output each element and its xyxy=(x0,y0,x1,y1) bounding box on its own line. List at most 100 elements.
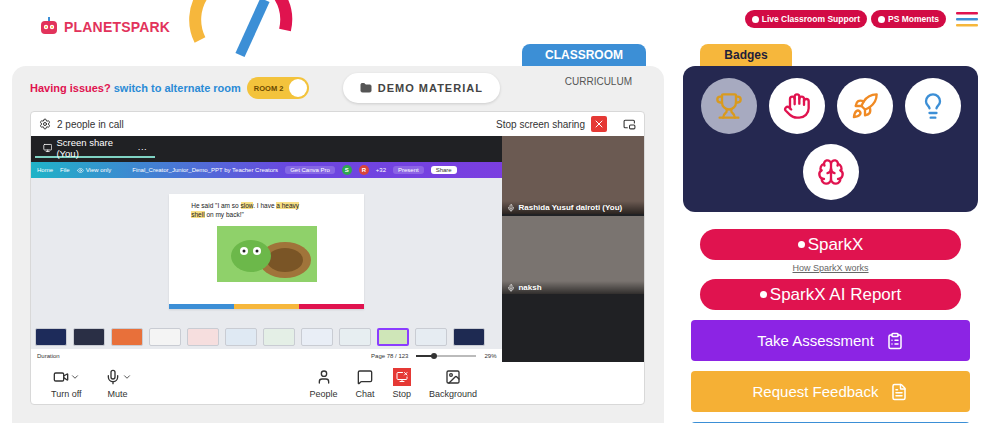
slide-thumbnail[interactable] xyxy=(111,328,143,346)
action-button[interactable] xyxy=(691,422,970,423)
call-body: Screen share (You) ··· Home File View only Fi… xyxy=(31,136,644,362)
control-icon-box xyxy=(52,368,70,386)
slide-thumbnail[interactable] xyxy=(377,328,409,346)
curriculum-tab[interactable]: CURRICULUM xyxy=(565,72,632,87)
toggle-knob xyxy=(289,79,307,97)
slide-thumbnail[interactable] xyxy=(415,328,447,346)
caret-icon[interactable] xyxy=(70,372,80,382)
slide-thumbnail[interactable] xyxy=(301,328,333,346)
canva-present-button[interactable]: Present xyxy=(393,166,424,174)
pip-icon[interactable] xyxy=(623,118,636,131)
mic-icon xyxy=(507,284,515,292)
slide-content: He said "I am so slow. I have a heavy sh… xyxy=(169,194,364,304)
control-label: People xyxy=(310,389,338,399)
robot-logo-icon xyxy=(38,16,60,38)
slide-thumbnail[interactable] xyxy=(149,328,181,346)
shared-window: Home File View only Final_Creator_Junior_De… xyxy=(31,162,502,362)
badge[interactable] xyxy=(905,78,961,134)
gear-icon[interactable] xyxy=(39,118,51,130)
mic-icon xyxy=(105,369,121,385)
control-label: Turn off xyxy=(51,389,82,399)
control-icon-row xyxy=(393,368,411,386)
slide-thumbnail[interactable] xyxy=(453,328,485,346)
slide-thumbnail[interactable] xyxy=(225,328,257,346)
share-tab-label: Screen share (You) xyxy=(56,137,133,159)
call-control[interactable]: People xyxy=(310,368,338,399)
canva-menu-item[interactable]: File xyxy=(60,167,70,173)
canva-pro-button[interactable]: Get Canva Pro xyxy=(285,166,335,174)
slide-thumbnail[interactable] xyxy=(35,328,67,346)
badge[interactable] xyxy=(769,78,825,134)
demo-material-button[interactable]: DEMO MATERIAL xyxy=(343,73,500,103)
duration-label[interactable]: Duration xyxy=(37,353,60,359)
action-list: SparkX How SparkX works SparkX AI Report Ta… xyxy=(683,227,978,423)
main: CLASSROOMHaving issues?switch to alterna… xyxy=(0,44,1000,423)
people-icon xyxy=(316,369,332,385)
control-label: Stop xyxy=(393,389,412,399)
control-icon-row xyxy=(315,368,333,386)
canva-status-bar: DurationPage 78 / 12329% xyxy=(31,349,502,362)
logo-text: PLANETSPARK xyxy=(64,19,170,35)
menu-icon[interactable] xyxy=(956,11,978,27)
action-button[interactable]: Request Feedback xyxy=(691,371,970,412)
issue-prompt: Having issues?switch to alternate room xyxy=(30,82,241,94)
chat-icon xyxy=(357,369,373,385)
zoom-handle[interactable] xyxy=(431,353,437,359)
call-control[interactable]: Chat xyxy=(356,368,375,399)
call-top-bar: 2 people in call Stop screen sharing xyxy=(31,112,644,136)
slide-thumbnail[interactable] xyxy=(263,328,295,346)
stop-share: Stop screen sharing xyxy=(496,116,636,132)
control-label: Mute xyxy=(108,389,128,399)
stop-share-label: Stop screen sharing xyxy=(496,119,585,130)
call-control[interactable]: Stop xyxy=(393,368,412,399)
caret-icon[interactable] xyxy=(122,372,132,382)
control-icon-box xyxy=(104,368,122,386)
page-label: Page 78 / 123 xyxy=(371,353,408,359)
decoration-icon xyxy=(185,0,295,70)
classroom-panel: Having issues?switch to alternate room RO… xyxy=(12,66,664,423)
share-more[interactable]: ··· xyxy=(138,143,148,154)
badge[interactable] xyxy=(837,78,893,134)
sparkx-button[interactable]: SparkX xyxy=(700,229,961,260)
slide-thumbnail[interactable] xyxy=(187,328,219,346)
sparkx-help-link[interactable]: How SparkX works xyxy=(792,263,868,274)
sparkx-button[interactable]: SparkX AI Report xyxy=(700,279,961,310)
call-control[interactable]: Background xyxy=(429,368,477,399)
people-count: 2 people in call xyxy=(57,119,124,130)
header-button[interactable]: Live Classroom Support xyxy=(745,10,867,28)
header-button[interactable]: PS Moments xyxy=(871,10,946,28)
canva-share-button[interactable]: Share xyxy=(431,166,457,174)
canva-menu-item[interactable]: View only xyxy=(77,167,112,174)
slide-text-segment: . I have xyxy=(253,202,276,209)
control-label: Background xyxy=(429,389,477,399)
slide-thumbnail[interactable] xyxy=(73,328,105,346)
logo[interactable]: PLANETSPARK xyxy=(38,0,170,38)
action-button[interactable]: Take Assessment xyxy=(691,320,970,361)
slide-thumbnail[interactable] xyxy=(339,328,371,346)
control-icon-row xyxy=(52,368,80,386)
page: PLANETSPARK Live Classroom SupportPS Mome… xyxy=(0,0,1000,423)
badge[interactable] xyxy=(803,144,859,200)
alternate-room-link[interactable]: switch to alternate room xyxy=(114,82,241,94)
zoom-slider[interactable] xyxy=(416,355,476,357)
thumbnail-strip xyxy=(31,325,502,349)
device-controls: Turn off Mute xyxy=(51,368,132,399)
call-control[interactable]: Turn off xyxy=(51,368,82,399)
canva-menu-item[interactable]: Home xyxy=(37,167,53,173)
lightbulb-icon xyxy=(919,92,947,120)
call-controls: Turn off Mute People Chat Stop Background xyxy=(31,362,644,404)
share-tab[interactable]: Screen share (You) ··· xyxy=(35,140,155,158)
sparkx-icon xyxy=(760,291,767,298)
participant-name: Rashida Yusuf dalroti (You) xyxy=(502,201,644,214)
stop-share-button[interactable] xyxy=(591,116,607,132)
screen-share: Screen share (You) ··· Home File View only Fi… xyxy=(31,136,502,362)
room-toggle[interactable]: ROOM 2 xyxy=(247,77,309,99)
badge[interactable] xyxy=(701,78,757,134)
side-column: BadgesSparkXHow SparkX worksSparkX AI Re… xyxy=(683,44,978,423)
classroom-tab[interactable]: CLASSROOM xyxy=(522,44,646,66)
canva-title: Final_Creator_Junior_Demo_PPT by Teacher… xyxy=(132,167,278,173)
control-icon-box xyxy=(356,368,374,386)
slide-strip xyxy=(169,304,364,309)
canva-toolbar: Home File View only Final_Creator_Junior_De… xyxy=(31,162,502,178)
call-control[interactable]: Mute xyxy=(104,368,132,399)
